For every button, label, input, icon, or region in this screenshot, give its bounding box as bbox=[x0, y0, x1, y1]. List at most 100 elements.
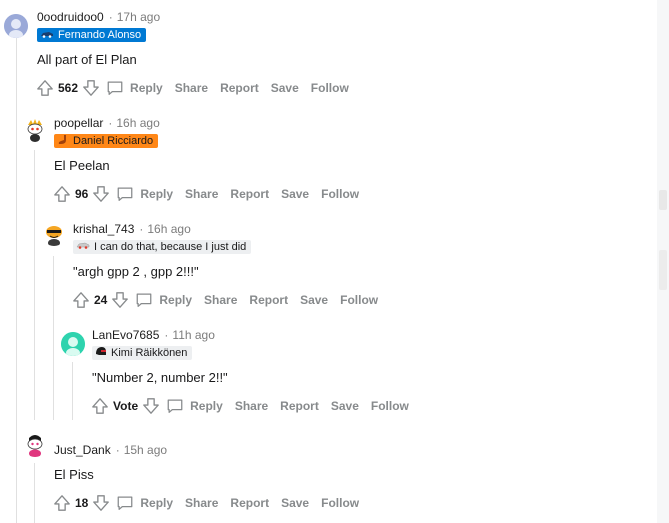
report-button[interactable]: Report bbox=[230, 496, 269, 510]
comment-bubble-icon bbox=[107, 81, 123, 95]
report-button[interactable]: Report bbox=[249, 293, 288, 307]
shoey-icon bbox=[57, 134, 69, 149]
comment-actions: Vote Reply Share Report Save Follow bbox=[91, 395, 409, 417]
downvote-icon[interactable] bbox=[92, 185, 110, 203]
follow-button[interactable]: Follow bbox=[321, 187, 359, 201]
username[interactable]: Just_Dank bbox=[54, 443, 111, 457]
vote-count: 24 bbox=[94, 293, 108, 307]
downvote-icon[interactable] bbox=[142, 397, 160, 415]
comment-body: El Peelan bbox=[54, 158, 110, 173]
comment-body: All part of El Plan bbox=[37, 52, 137, 67]
helmet-icon bbox=[95, 346, 107, 361]
flair-text: Kimi Räikkönen bbox=[111, 347, 188, 359]
vote-count: 562 bbox=[58, 81, 79, 95]
snoo-avatar-icon bbox=[27, 435, 43, 457]
separator-dot: · bbox=[115, 443, 120, 457]
user-flair: Fernando Alonso bbox=[37, 28, 147, 42]
thread-line[interactable] bbox=[53, 256, 54, 420]
downvote-icon[interactable] bbox=[111, 291, 129, 309]
comment-meta: Just_Dank · 15h ago bbox=[54, 442, 167, 458]
timestamp[interactable]: 15h ago bbox=[124, 443, 167, 457]
save-button[interactable]: Save bbox=[271, 81, 299, 95]
car-icon bbox=[76, 240, 90, 254]
report-button[interactable]: Report bbox=[230, 187, 269, 201]
comment-actions: 562 Reply Share Report Save Follow bbox=[36, 77, 349, 99]
upvote-icon[interactable] bbox=[72, 291, 90, 309]
avatar[interactable] bbox=[42, 222, 66, 246]
share-button[interactable]: Share bbox=[235, 399, 268, 413]
separator-dot: · bbox=[108, 10, 113, 24]
avatar[interactable] bbox=[61, 332, 85, 356]
avatar[interactable] bbox=[23, 118, 47, 142]
comment-body: "Number 2, number 2!!" bbox=[92, 370, 228, 385]
reply-button[interactable]: Reply bbox=[116, 185, 173, 203]
reply-button[interactable]: Reply bbox=[116, 494, 173, 512]
comment-body: El Piss bbox=[54, 467, 94, 482]
background-watermark bbox=[659, 190, 667, 210]
share-button[interactable]: Share bbox=[204, 293, 237, 307]
timestamp[interactable]: 16h ago bbox=[147, 222, 190, 236]
user-flair: Daniel Ricciardo bbox=[54, 134, 159, 149]
upvote-icon[interactable] bbox=[36, 79, 54, 97]
comment-bubble-icon bbox=[136, 293, 152, 307]
separator-dot: · bbox=[139, 222, 144, 236]
reply-label: Reply bbox=[140, 187, 174, 201]
downvote-icon[interactable] bbox=[82, 79, 100, 97]
follow-button[interactable]: Follow bbox=[371, 399, 409, 413]
share-button[interactable]: Share bbox=[185, 496, 218, 510]
reply-button[interactable]: Reply bbox=[106, 79, 163, 97]
timestamp[interactable]: 17h ago bbox=[117, 10, 160, 24]
thread-line[interactable] bbox=[16, 38, 17, 523]
follow-button[interactable]: Follow bbox=[321, 496, 359, 510]
avatar[interactable] bbox=[4, 14, 28, 38]
follow-button[interactable]: Follow bbox=[340, 293, 378, 307]
user-flair: Kimi Räikkönen bbox=[92, 346, 193, 361]
comment-actions: 18 Reply Share Report Save Follow bbox=[53, 492, 359, 514]
comment-bubble-icon bbox=[167, 399, 183, 413]
car-icon bbox=[40, 28, 54, 42]
comment-meta: LanEvo7685 · 11h ago bbox=[92, 327, 215, 343]
follow-button[interactable]: Follow bbox=[311, 81, 349, 95]
username[interactable]: krishal_743 bbox=[73, 222, 134, 236]
username[interactable]: poopellar bbox=[54, 116, 103, 130]
save-button[interactable]: Save bbox=[281, 496, 309, 510]
upvote-icon[interactable] bbox=[53, 494, 71, 512]
avatar[interactable] bbox=[23, 433, 47, 457]
reply-label: Reply bbox=[130, 81, 163, 95]
comment-bubble-icon bbox=[117, 187, 133, 201]
reply-label: Reply bbox=[140, 496, 174, 510]
username[interactable]: 0oodruidoo0 bbox=[37, 10, 104, 24]
thread-line[interactable] bbox=[72, 362, 73, 420]
report-button[interactable]: Report bbox=[280, 399, 319, 413]
comment-actions: 96 Reply Share Report Save Follow bbox=[53, 183, 359, 205]
separator-dot: · bbox=[108, 116, 113, 130]
timestamp[interactable]: 11h ago bbox=[172, 328, 215, 342]
upvote-icon[interactable] bbox=[53, 185, 71, 203]
reply-button[interactable]: Reply bbox=[135, 291, 192, 309]
comment-meta: 0oodruidoo0 · 17h ago bbox=[37, 9, 160, 25]
thread-line[interactable] bbox=[34, 150, 35, 420]
reply-label: Reply bbox=[159, 293, 193, 307]
comment-meta: krishal_743 · 16h ago bbox=[73, 221, 191, 237]
save-button[interactable]: Save bbox=[300, 293, 328, 307]
reply-label: Reply bbox=[190, 399, 223, 413]
upvote-icon[interactable] bbox=[91, 397, 109, 415]
comment-actions: 24 Reply Share Report Save Follow bbox=[72, 289, 378, 311]
share-button[interactable]: Share bbox=[175, 81, 208, 95]
report-button[interactable]: Report bbox=[220, 81, 259, 95]
username[interactable]: LanEvo7685 bbox=[92, 328, 159, 342]
thread-line[interactable] bbox=[34, 463, 35, 523]
save-button[interactable]: Save bbox=[281, 187, 309, 201]
save-button[interactable]: Save bbox=[331, 399, 359, 413]
share-button[interactable]: Share bbox=[185, 187, 218, 201]
separator-dot: · bbox=[164, 328, 169, 342]
reply-button[interactable]: Reply bbox=[166, 397, 223, 415]
user-flair: I can do that, because I just did bbox=[73, 240, 252, 254]
comment-meta: poopellar · 16h ago bbox=[54, 115, 160, 131]
background-watermark bbox=[659, 250, 667, 290]
downvote-icon[interactable] bbox=[92, 494, 110, 512]
comment-bubble-icon bbox=[117, 496, 133, 510]
timestamp[interactable]: 16h ago bbox=[116, 116, 159, 130]
vote-count: 96 bbox=[75, 187, 89, 201]
flair-text: I can do that, because I just did bbox=[94, 241, 247, 253]
